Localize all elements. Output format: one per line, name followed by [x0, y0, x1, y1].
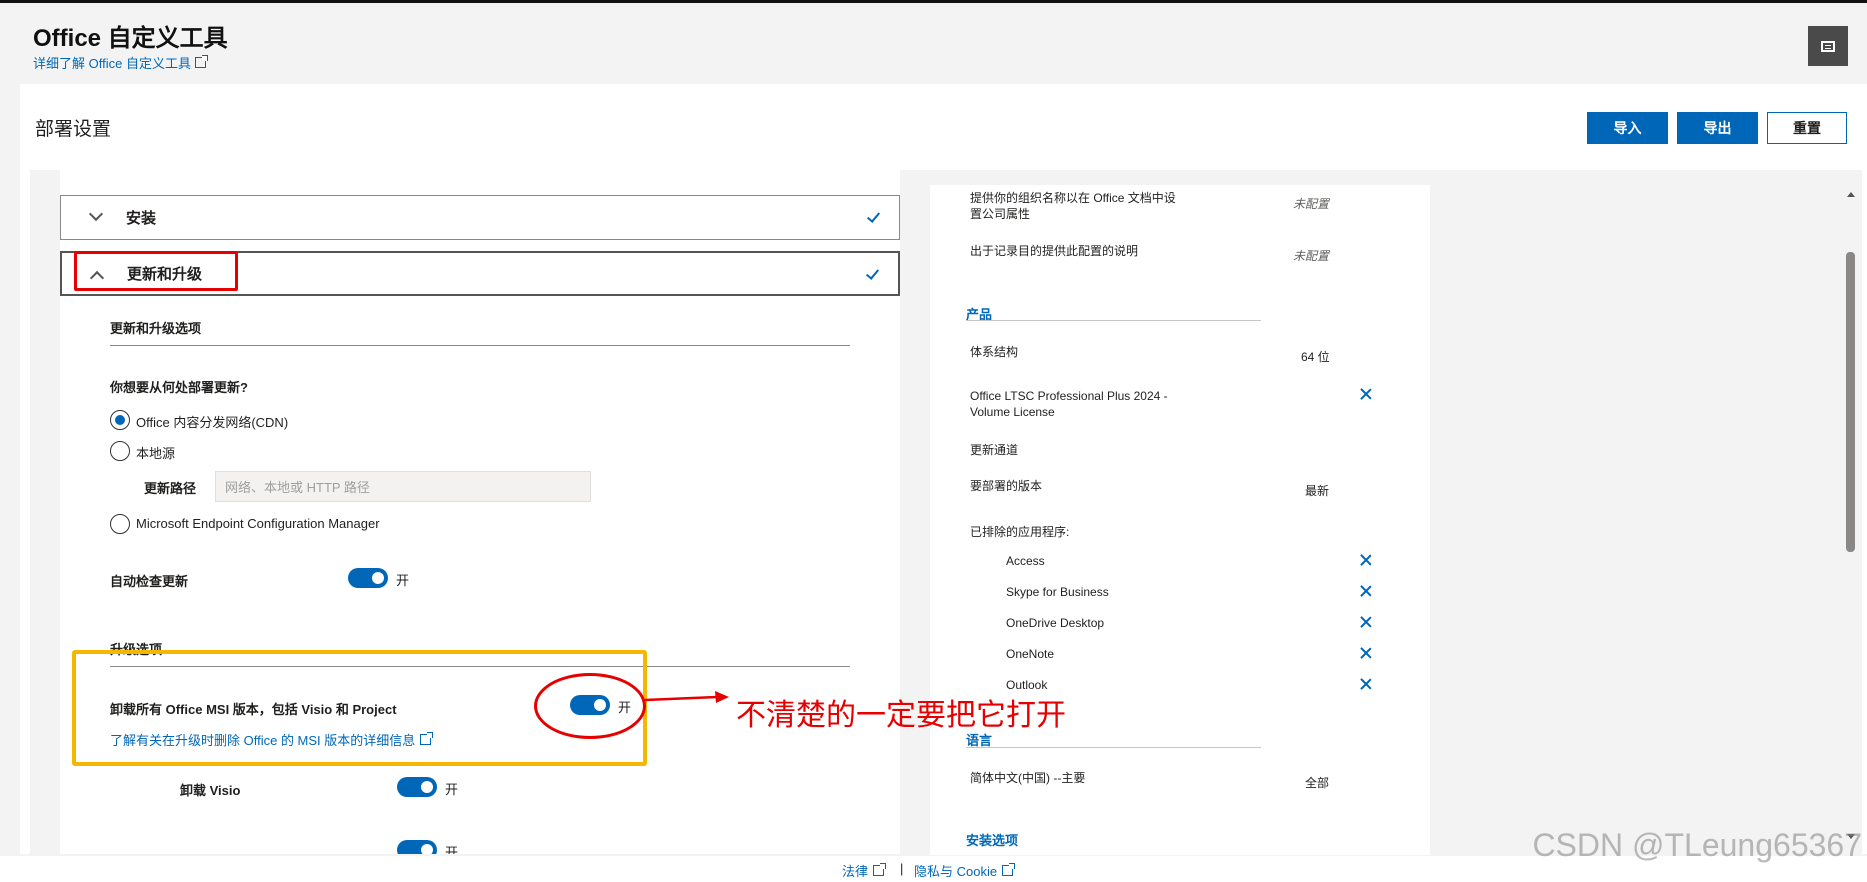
- summary-pane: 提供你的组织名称以在 Office 文档中设 置公司属性 未配置 出于记录目的提…: [930, 185, 1430, 855]
- radio-cdn-label: Office 内容分发网络(CDN): [136, 415, 289, 430]
- remove-visio-label: 卸载 Visio: [180, 783, 241, 798]
- remove-app-icon[interactable]: [1360, 678, 1372, 690]
- version-value: 最新: [1305, 484, 1330, 498]
- privacy-link-label: 隐私与 Cookie: [914, 864, 998, 879]
- auto-check-toggle[interactable]: [348, 568, 388, 588]
- org-name-label: 提供你的组织名称以在 Office 文档中设: [970, 191, 1176, 205]
- update-options-heading: 更新和升级选项: [110, 321, 202, 336]
- excluded-app: Skype for Business: [1006, 585, 1109, 599]
- privacy-link[interactable]: 隐私与 Cookie: [914, 861, 1016, 880]
- product-name: Office LTSC Professional Plus 2024 -: [970, 389, 1168, 403]
- chat-bubble-icon: [1821, 40, 1835, 52]
- annotation-circle: [534, 673, 646, 739]
- update-channel-label: 更新通道: [970, 443, 1019, 457]
- learn-more-link[interactable]: 详细了解 Office 自定义工具: [33, 53, 208, 72]
- excluded-app: Access: [1006, 554, 1045, 568]
- accordion-install[interactable]: 安装: [60, 195, 900, 240]
- footer-separator: |: [900, 861, 904, 876]
- partial-toggle[interactable]: [397, 840, 437, 854]
- update-path-label: 更新路径: [144, 481, 197, 496]
- divider: [966, 747, 1261, 748]
- reset-button[interactable]: 重置: [1767, 112, 1847, 144]
- checkmark-icon: [865, 266, 880, 280]
- annotation-arrow-icon: [645, 691, 729, 703]
- scrollbar[interactable]: [1843, 188, 1859, 843]
- divider: [966, 320, 1261, 321]
- version-label: 要部署的版本: [970, 479, 1043, 493]
- external-link-icon: [194, 55, 208, 68]
- top-border: [0, 0, 1867, 3]
- update-path-placeholder: 网络、本地或 HTTP 路径: [225, 480, 370, 495]
- update-path-input[interactable]: 网络、本地或 HTTP 路径: [215, 471, 591, 502]
- radio-mecm-label: Microsoft Endpoint Configuration Manager: [136, 516, 380, 531]
- language-label: 简体中文(中国) --主要: [970, 771, 1086, 785]
- watermark: CSDN @TLeung65367: [1532, 827, 1862, 863]
- update-source-question: 你想要从何处部署更新?: [110, 380, 248, 395]
- remove-app-icon[interactable]: [1360, 554, 1372, 566]
- auto-check-state: 开: [396, 573, 410, 588]
- section-title: 部署设置: [35, 119, 112, 140]
- excluded-app: OneNote: [1006, 647, 1055, 661]
- external-link-icon: [1002, 863, 1016, 876]
- radio-local-source-label: 本地源: [136, 446, 176, 461]
- legal-link[interactable]: 法律: [842, 861, 887, 880]
- description-value: 未配置: [1293, 249, 1330, 263]
- divider: [110, 345, 850, 346]
- remove-app-icon[interactable]: [1360, 585, 1372, 597]
- architecture-value: 64 位: [1301, 350, 1330, 364]
- app-title: Office 自定义工具: [33, 25, 228, 52]
- org-name-label-line2: 置公司属性: [970, 207, 1031, 221]
- description-label: 出于记录目的提供此配置的说明: [970, 244, 1139, 258]
- remove-app-icon[interactable]: [1360, 647, 1372, 659]
- external-link-icon: [873, 863, 887, 876]
- export-button[interactable]: 导出: [1677, 112, 1758, 144]
- remove-visio-toggle[interactable]: [397, 777, 437, 797]
- checkmark-icon: [866, 209, 881, 223]
- accordion-install-label: 安装: [126, 210, 157, 227]
- radio-cdn[interactable]: [110, 410, 130, 430]
- remove-product-icon[interactable]: [1360, 388, 1372, 400]
- auto-check-label: 自动检查更新: [110, 574, 189, 589]
- architecture-label: 体系结构: [970, 345, 1019, 359]
- feedback-button[interactable]: [1808, 26, 1848, 66]
- import-button[interactable]: 导入: [1587, 112, 1668, 144]
- remove-app-icon[interactable]: [1360, 616, 1372, 628]
- product-name-line2: Volume License: [970, 405, 1055, 419]
- scroll-up-icon[interactable]: [1847, 192, 1855, 197]
- excluded-apps-label: 已排除的应用程序:: [970, 525, 1070, 539]
- radio-mecm[interactable]: [110, 514, 130, 534]
- remove-visio-state: 开: [445, 782, 459, 797]
- language-value: 全部: [1305, 776, 1330, 790]
- scroll-thumb[interactable]: [1846, 252, 1855, 552]
- annotation-note: 不清楚的一定要把它打开: [736, 699, 1066, 732]
- learn-more-link-label: 详细了解 Office 自定义工具: [33, 56, 191, 71]
- chevron-down-icon: [88, 206, 104, 222]
- annotation-highlight-box: [74, 251, 238, 291]
- excluded-app: OneDrive Desktop: [1006, 616, 1105, 630]
- legal-link-label: 法律: [842, 864, 869, 879]
- radio-local-source[interactable]: [110, 441, 130, 461]
- install-options-heading: 安装选项: [966, 833, 1019, 848]
- org-name-value: 未配置: [1293, 197, 1330, 211]
- partial-toggle-state: 开: [445, 845, 459, 854]
